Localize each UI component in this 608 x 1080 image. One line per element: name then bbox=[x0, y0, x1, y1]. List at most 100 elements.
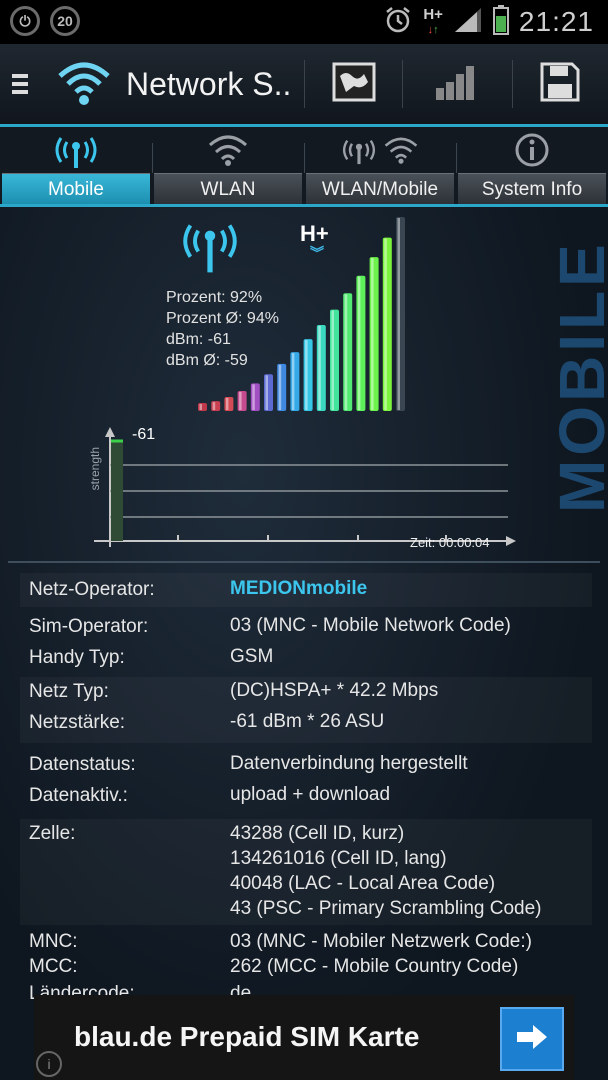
info-value: 03 (MNC - Mobiler Netzwerk Code:) bbox=[230, 931, 532, 952]
battery-icon bbox=[492, 4, 509, 40]
info-value: GSM bbox=[230, 646, 274, 667]
info-value-operator: MEDIONmobile bbox=[230, 578, 368, 599]
signal-bar bbox=[290, 352, 300, 411]
app-logo-icon bbox=[54, 58, 114, 113]
arrow-right-icon bbox=[515, 1023, 549, 1056]
signal-bars-button[interactable] bbox=[432, 62, 480, 106]
info-row-net-type: Netz Typ: (DC)HSPA+ * 42.2 Mbps Netzstär… bbox=[20, 677, 592, 743]
ad-text: blau.de Prepaid SIM Karte bbox=[74, 1021, 420, 1052]
signal-bar-highlight bbox=[357, 276, 361, 410]
notification-count-badge: 20 bbox=[50, 6, 80, 36]
info-value: upload + download bbox=[230, 784, 391, 805]
info-row-phone-type: Handy Typ: GSM bbox=[20, 644, 592, 674]
signal-bar-highlight bbox=[212, 402, 216, 410]
signal-bar bbox=[356, 275, 366, 411]
action-bar: Network S.. bbox=[0, 44, 608, 124]
section-divider bbox=[8, 561, 600, 563]
chart-x-arrow bbox=[506, 536, 516, 546]
info-key: Netz-Operator: bbox=[29, 579, 155, 600]
ad-go-button[interactable] bbox=[500, 1007, 564, 1071]
chart-signal-bar bbox=[111, 441, 123, 541]
app-title: Network S.. bbox=[126, 66, 292, 102]
info-key: Zelle: bbox=[29, 823, 76, 844]
signal-bar bbox=[316, 324, 326, 411]
section-side-label: MOBILE bbox=[546, 240, 608, 514]
network-type-indicator: H+ ↓↑ bbox=[423, 7, 443, 37]
info-value: -61 dBm * 26 ASU bbox=[230, 711, 385, 732]
menu-icon[interactable] bbox=[12, 74, 28, 98]
info-key: MCC: bbox=[29, 956, 78, 977]
power-icon: ⏻ bbox=[10, 6, 40, 36]
map-icon bbox=[332, 62, 376, 107]
ad-banner[interactable]: blau.de Prepaid SIM Karte i bbox=[34, 995, 574, 1080]
info-icon bbox=[456, 129, 608, 171]
antenna-icon bbox=[0, 129, 152, 171]
signal-bar-highlight bbox=[199, 404, 202, 410]
signal-bar bbox=[382, 237, 392, 411]
signal-bar bbox=[303, 339, 313, 411]
tab-system-info[interactable]: System Info bbox=[456, 127, 608, 207]
chart-current-value: -61 bbox=[132, 426, 156, 443]
signal-bar bbox=[211, 401, 221, 411]
signal-bar-highlight bbox=[239, 391, 242, 410]
signal-bar-highlight bbox=[344, 294, 348, 410]
signal-bar bbox=[330, 309, 339, 411]
signal-bar-highlight bbox=[318, 325, 321, 410]
info-row-mnc: MNC: 03 (MNC - Mobiler Netzwerk Code:) bbox=[20, 929, 592, 955]
info-key: Handy Typ: bbox=[29, 647, 125, 668]
chart-y-label: strength bbox=[88, 447, 102, 491]
signal-bar-highlight bbox=[305, 340, 308, 410]
save-icon bbox=[540, 62, 580, 107]
info-key: Netzstärke: bbox=[29, 712, 126, 733]
info-value: Datenverbindung hergestellt bbox=[230, 753, 468, 774]
signal-bar bbox=[224, 396, 234, 411]
chart-time-label: Zeit: 00:00:04 bbox=[410, 535, 490, 550]
info-key: Datenstatus: bbox=[29, 754, 136, 775]
mobile-panel: MOBILE H+ ︾ Prozent: 92% Prozent Ø: 94% … bbox=[0, 207, 608, 1080]
tab-system-info-label: System Info bbox=[458, 173, 606, 205]
info-key: Sim-Operator: bbox=[29, 616, 149, 637]
info-row-data-activity: Datenaktiv.: upload + download bbox=[20, 782, 592, 812]
signal-bars-icon bbox=[434, 64, 478, 105]
map-button[interactable] bbox=[330, 62, 378, 106]
tab-mobile[interactable]: Mobile bbox=[0, 127, 152, 207]
info-row-net-operator: Netz-Operator: MEDIONmobile bbox=[20, 573, 592, 607]
cell-signal-icon bbox=[453, 6, 483, 39]
info-value: 40048 (LAC - Local Area Code) bbox=[230, 873, 496, 894]
signal-bar-highlight bbox=[252, 384, 255, 410]
signal-bar-highlight bbox=[331, 310, 334, 410]
signal-bar-highlight bbox=[225, 397, 229, 410]
signal-bar bbox=[237, 390, 247, 411]
info-key: MNC: bbox=[29, 931, 78, 952]
info-value: 43 (PSC - Primary Scrambling Code) bbox=[230, 898, 542, 919]
chart-y-arrow bbox=[105, 427, 115, 437]
info-row-sim-operator: Sim-Operator: 03 (MNC - Mobile Network C… bbox=[20, 613, 592, 643]
signal-bar-highlight bbox=[384, 238, 387, 410]
antenna-wifi-icon bbox=[304, 129, 456, 171]
tab-wlan[interactable]: WLAN bbox=[152, 127, 304, 207]
signal-bar bbox=[264, 374, 273, 411]
signal-bar bbox=[396, 217, 405, 411]
signal-bar-highlight bbox=[291, 353, 295, 410]
wifi-icon bbox=[152, 129, 304, 171]
info-value: 262 (MCC - Mobile Country Code) bbox=[230, 956, 519, 977]
tab-wlan-mobile-label: WLAN/Mobile bbox=[306, 173, 454, 205]
signal-bar bbox=[250, 383, 260, 411]
ad-info-icon[interactable]: i bbox=[36, 1051, 62, 1077]
info-value: (DC)HSPA+ * 42.2 Mbps bbox=[230, 680, 439, 701]
tab-mobile-label: Mobile bbox=[2, 173, 150, 205]
status-bar: ⏻ 20 H+ ↓↑ 21:21 bbox=[0, 0, 608, 44]
signal-bar-highlight bbox=[397, 218, 400, 410]
info-key: Datenaktiv.: bbox=[29, 785, 128, 806]
save-button[interactable] bbox=[536, 62, 584, 106]
info-row-cell: Zelle: 43288 (Cell ID, kurz) 134261016 (… bbox=[20, 819, 592, 925]
signal-bar bbox=[369, 257, 379, 411]
signal-bar-highlight bbox=[371, 258, 374, 410]
alarm-icon bbox=[383, 5, 413, 40]
info-row-mcc: MCC: 262 (MCC - Mobile Country Code) bbox=[20, 954, 592, 980]
tab-wlan-mobile[interactable]: WLAN/Mobile bbox=[304, 127, 456, 207]
signal-bar-highlight bbox=[278, 364, 282, 410]
signal-bar-highlight bbox=[265, 375, 268, 410]
signal-bar bbox=[198, 403, 207, 411]
signal-strength-bars bbox=[198, 217, 405, 411]
